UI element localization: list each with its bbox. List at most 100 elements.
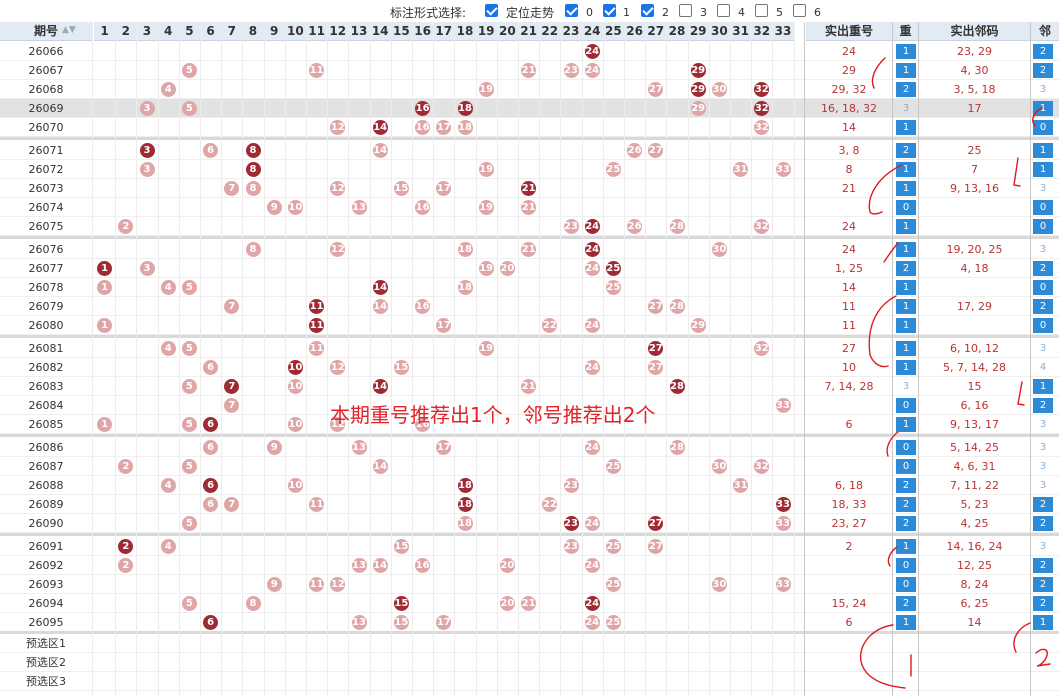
number-ball: 30	[711, 577, 727, 592]
repeat-count-badge: 0	[896, 200, 916, 215]
repeat-count-badge: 1	[896, 417, 916, 432]
number-ball: 11	[309, 318, 325, 333]
period-cell: 26089	[28, 498, 64, 511]
neighbor-count-badge: 3	[1039, 419, 1047, 430]
option-checkbox-1[interactable]	[603, 4, 616, 17]
header-number-24: 24	[581, 22, 603, 41]
number-ball: 16	[415, 200, 431, 215]
header-number-20: 20	[496, 22, 518, 41]
repeat-numbers-cell: 21	[842, 182, 856, 195]
header-number-28: 28	[666, 22, 688, 41]
period-cell: 26082	[28, 361, 64, 374]
number-ball: 10	[287, 478, 303, 493]
option-checkbox-5[interactable]	[755, 4, 768, 17]
option-checkbox-2[interactable]	[641, 4, 654, 17]
number-ball: 5	[181, 417, 197, 432]
option-checkbox-4[interactable]	[717, 4, 730, 17]
mark-options-label: 标注形式选择:	[390, 6, 467, 20]
number-ball: 17	[436, 181, 452, 196]
number-ball: 4	[160, 539, 176, 554]
period-cell: 26093	[28, 578, 64, 591]
sort-icon[interactable]: ▲▼	[62, 25, 76, 35]
preselect-row-label[interactable]: 预选区1	[0, 634, 92, 653]
number-ball: 24	[584, 558, 600, 573]
repeat-numbers-cell: 14	[842, 121, 856, 134]
header-number-17: 17	[433, 22, 455, 41]
header-number-13: 13	[348, 22, 370, 41]
number-ball: 5	[181, 459, 197, 474]
number-ball: 17	[436, 120, 452, 135]
option-checkbox-定位走势[interactable]	[485, 4, 498, 17]
number-ball: 3	[139, 261, 155, 276]
neighbor-numbers-cell: 14	[967, 616, 982, 629]
number-ball: 21	[521, 242, 537, 257]
number-ball: 6	[203, 478, 219, 493]
neighbor-numbers-cell: 5, 7, 14, 28	[943, 361, 1006, 374]
col-line	[602, 22, 604, 696]
number-ball: 7	[224, 398, 240, 413]
number-ball: 10	[287, 360, 303, 375]
col-line	[645, 22, 647, 696]
number-ball: 2	[118, 558, 134, 573]
neighbor-count-badge: 1	[1033, 615, 1053, 630]
number-ball: 6	[203, 497, 219, 512]
number-ball: 32	[754, 341, 770, 356]
neighbor-count-badge: 2	[1033, 558, 1053, 573]
repeat-numbers-cell: 15, 24	[831, 597, 867, 610]
repeat-count-badge: 1	[896, 280, 916, 295]
number-ball: 18	[457, 516, 473, 531]
option-checkbox-3[interactable]	[679, 4, 692, 17]
repeat-numbers-cell: 10	[842, 361, 856, 374]
preselect-row-label[interactable]: 预选区2	[0, 653, 92, 672]
option-label-定位走势: 定位走势	[506, 6, 555, 20]
row-line	[0, 395, 1059, 396]
annotation-text: 本期重号推荐出1个，邻号推荐出2个	[330, 403, 656, 427]
number-ball: 7	[224, 299, 240, 314]
col-line	[708, 22, 710, 696]
header-number-33: 33	[772, 22, 794, 41]
repeat-numbers-cell: 1, 25	[835, 262, 863, 275]
repeat-numbers-cell: 6, 18	[835, 479, 863, 492]
header-number-23: 23	[560, 22, 582, 41]
number-ball: 11	[309, 299, 325, 314]
col-line	[475, 22, 477, 696]
number-ball: 10	[287, 379, 303, 394]
col-line	[178, 22, 180, 696]
neighbor-count-badge: 0	[1033, 318, 1053, 333]
col-line	[539, 22, 541, 696]
number-ball: 31	[733, 478, 749, 493]
trend-chart-page: 标注形式选择: 定位走势 0 1 2 3 4 5 6 期号 ▲▼ 1 2 3 4 5 6 7 8 9 10 11 12 13…	[0, 0, 1059, 696]
col-line	[518, 22, 519, 696]
repeat-count-badge: 3	[902, 103, 910, 114]
option-checkbox-0[interactable]	[565, 4, 578, 17]
number-ball: 29	[690, 63, 706, 78]
repeat-count-badge: 2	[896, 497, 916, 512]
option-label-3: 3	[700, 6, 707, 19]
row-line	[0, 612, 1059, 613]
period-cell: 26075	[28, 220, 64, 233]
option-checkbox-6[interactable]	[793, 4, 806, 17]
row-line	[0, 60, 1059, 61]
number-ball: 29	[690, 101, 706, 116]
preselect-row-label[interactable]: 预选区3	[0, 672, 92, 691]
header-period: 期号	[0, 22, 92, 41]
ink-stroke	[860, 624, 906, 689]
number-ball: 25	[605, 261, 621, 276]
col-line	[793, 22, 795, 696]
number-ball: 15	[393, 539, 409, 554]
number-ball: 24	[584, 360, 600, 375]
number-ball: 26	[627, 219, 643, 234]
header-number-26: 26	[624, 22, 646, 41]
neighbor-count-badge: 3	[1039, 541, 1047, 552]
repeat-numbers-cell: 27	[842, 342, 856, 355]
row-line	[0, 376, 1059, 377]
col-line	[115, 22, 117, 696]
row-line	[0, 574, 1059, 575]
neighbor-count-badge: 0	[1033, 219, 1053, 234]
number-ball: 16	[415, 299, 431, 314]
repeat-count-badge: 2	[896, 596, 916, 611]
number-ball: 22	[542, 497, 558, 512]
repeat-numbers-cell: 24	[842, 45, 856, 58]
header-number-8: 8	[242, 22, 264, 41]
col-line	[624, 22, 625, 696]
